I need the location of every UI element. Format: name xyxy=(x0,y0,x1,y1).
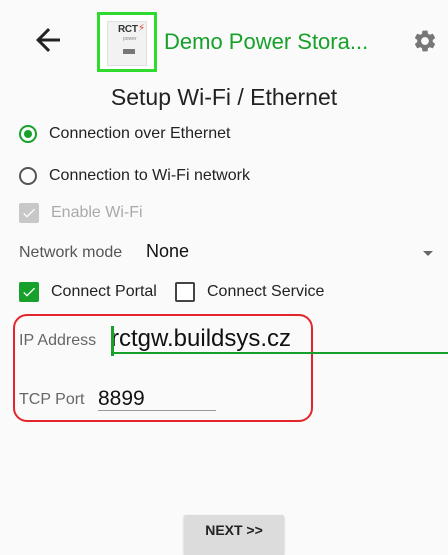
enable-wifi-check-indicator xyxy=(19,203,39,223)
enable-wifi-checkbox: Enable Wi-Fi xyxy=(19,199,143,227)
network-mode-label: Network mode xyxy=(19,244,123,261)
connect-portal-label: Connect Portal xyxy=(51,283,157,300)
radio-wifi-indicator[interactable] xyxy=(19,167,37,185)
radio-wifi[interactable]: Connection to Wi-Fi network xyxy=(19,162,250,190)
connect-portal-checkbox[interactable]: Connect Portal xyxy=(19,278,157,306)
network-mode-value: None xyxy=(146,241,190,261)
enable-wifi-label: Enable Wi-Fi xyxy=(51,204,143,221)
connect-service-checkbox[interactable]: Connect Service xyxy=(175,278,324,306)
connect-portal-check-indicator[interactable] xyxy=(19,282,39,302)
bolt-icon: ⚡ xyxy=(138,23,146,34)
radio-ethernet[interactable]: Connection over Ethernet xyxy=(19,120,230,148)
back-button[interactable] xyxy=(30,22,66,58)
dropdown-arrow-icon xyxy=(423,251,433,256)
logo-chip xyxy=(123,49,135,54)
connect-service-check-indicator[interactable] xyxy=(175,282,195,302)
gear-icon xyxy=(414,30,436,52)
logo-device-image: RCT ⚡ power xyxy=(107,21,147,66)
check-icon xyxy=(23,208,35,218)
arrow-left-icon xyxy=(36,28,60,52)
radio-wifi-label: Connection to Wi-Fi network xyxy=(49,167,250,184)
check-icon xyxy=(23,287,35,297)
radio-ethernet-indicator[interactable] xyxy=(19,125,37,143)
next-button[interactable]: NEXT >> xyxy=(184,515,284,555)
app-logo: RCT ⚡ power xyxy=(97,12,157,72)
logo-text: RCT xyxy=(118,24,138,35)
app-title: Demo Power Stora... xyxy=(164,29,369,54)
tcp-port-label: TCP Port xyxy=(19,391,85,408)
connect-service-label: Connect Service xyxy=(207,283,325,300)
ip-address-value[interactable]: rctgw.buildsys.cz xyxy=(111,325,291,353)
ip-address-label: IP Address xyxy=(19,332,97,349)
tcp-port-underline xyxy=(98,410,216,411)
settings-button[interactable] xyxy=(412,28,438,54)
network-mode-select[interactable]: None xyxy=(146,238,446,268)
page-title: Setup Wi-Fi / Ethernet xyxy=(110,84,338,110)
ip-address-underline xyxy=(111,352,448,354)
tcp-port-value[interactable]: 8899 xyxy=(98,387,145,411)
radio-ethernet-label: Connection over Ethernet xyxy=(49,125,231,142)
app-bar: RCT ⚡ power Demo Power Stora... xyxy=(0,0,448,80)
logo-subtext: power xyxy=(123,36,137,42)
